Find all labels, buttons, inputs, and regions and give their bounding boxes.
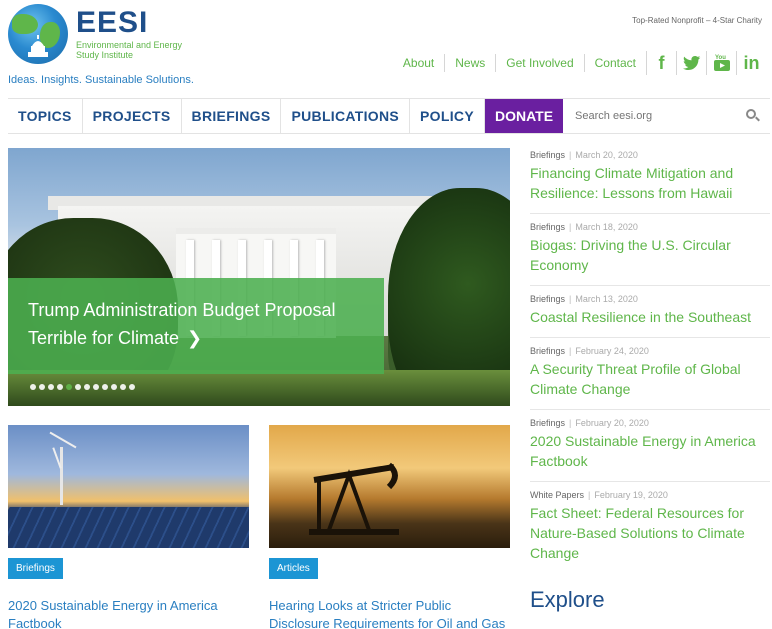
- sidebar-item-title[interactable]: Coastal Resilience in the Southeast: [530, 307, 770, 327]
- sidebar-item-title[interactable]: 2020 Sustainable Energy in America Factb…: [530, 431, 770, 471]
- top-rated-notice: Top-Rated Nonprofit – 4-Star Charity: [632, 16, 762, 25]
- nav-policy[interactable]: POLICY: [410, 99, 485, 133]
- search-input[interactable]: [575, 110, 716, 122]
- twitter-icon[interactable]: [676, 51, 706, 75]
- sidebar-item-date: February 19, 2020: [594, 490, 668, 500]
- linkedin-icon[interactable]: in: [736, 51, 766, 75]
- sidebar-item-title[interactable]: A Security Threat Profile of Global Clim…: [530, 359, 770, 399]
- logo-wordmark[interactable]: EESI: [76, 6, 148, 40]
- util-link-get-involved[interactable]: Get Involved: [496, 54, 585, 72]
- youtube-icon[interactable]: You: [706, 51, 736, 75]
- carousel-dot[interactable]: [48, 384, 54, 390]
- chevron-right-icon[interactable]: ❯: [187, 324, 202, 352]
- carousel-dot[interactable]: [111, 384, 117, 390]
- sidebar-item-title[interactable]: Fact Sheet: Federal Resources for Nature…: [530, 503, 770, 563]
- sidebar-item-date: February 20, 2020: [575, 418, 649, 428]
- category-badge[interactable]: Articles: [269, 558, 318, 579]
- utility-nav: About News Get Involved Contact f You in: [393, 50, 766, 76]
- carousel-dot[interactable]: [66, 384, 72, 390]
- eesi-logo-globe-icon[interactable]: [8, 4, 68, 64]
- carousel-dot[interactable]: [129, 384, 135, 390]
- card-title[interactable]: 2020 Sustainable Energy in America Factb…: [8, 597, 249, 629]
- latest-sidebar: Briefings | March 20, 2020 Financing Clima…: [530, 148, 770, 613]
- category-badge[interactable]: Briefings: [8, 558, 63, 579]
- sidebar-item-title[interactable]: Financing Climate Mitigation and Resilie…: [530, 163, 770, 203]
- sidebar-item: Briefings | February 20, 2020 2020 Sustain…: [530, 416, 770, 482]
- carousel-dot[interactable]: [75, 384, 81, 390]
- donate-button[interactable]: DONATE: [484, 99, 564, 133]
- util-link-news[interactable]: News: [445, 54, 497, 72]
- social-links: f You in: [646, 51, 766, 75]
- explore-heading: Explore: [530, 587, 605, 612]
- sidebar-item-category[interactable]: Briefings: [530, 222, 565, 232]
- sidebar-item: Briefings | March 20, 2020 Financing Clima…: [530, 148, 770, 214]
- nav-topics[interactable]: TOPICS: [8, 99, 83, 133]
- logo-subtitle: Environmental and Energy Study Institute: [76, 40, 183, 60]
- carousel-dot[interactable]: [57, 384, 63, 390]
- hero-carousel[interactable]: Trump Administration Budget Proposal Ter…: [8, 148, 510, 406]
- carousel-dot[interactable]: [93, 384, 99, 390]
- sidebar-item: White Papers | February 19, 2020 Fact Shee…: [530, 488, 770, 573]
- nav-projects[interactable]: PROJECTS: [83, 99, 182, 133]
- pumpjack-icon: [309, 462, 399, 535]
- hero-title-line2[interactable]: Terrible for Climate ❯: [28, 324, 364, 352]
- search-icon[interactable]: [746, 109, 760, 123]
- svg-text:You: You: [715, 55, 726, 61]
- carousel-dot[interactable]: [30, 384, 36, 390]
- nav-briefings[interactable]: BRIEFINGS: [182, 99, 282, 133]
- sidebar-item-category[interactable]: Briefings: [530, 294, 565, 304]
- card-image-solar[interactable]: [8, 425, 249, 548]
- carousel-dot[interactable]: [84, 384, 90, 390]
- sidebar-item: Briefings | March 13, 2020 Coastal Resilie…: [530, 292, 770, 338]
- sidebar-item: Briefings | March 18, 2020 Biogas: Driving…: [530, 220, 770, 286]
- main-nav: TOPICS PROJECTS BRIEFINGS PUBLICATIONS P…: [8, 98, 770, 134]
- site-tagline: Ideas. Insights. Sustainable Solutions.: [8, 74, 194, 86]
- card-title[interactable]: Hearing Looks at Stricter Public Disclos…: [269, 597, 510, 629]
- sidebar-item-category[interactable]: Briefings: [530, 418, 565, 428]
- search-box: [563, 99, 770, 133]
- card-image-oil-pump[interactable]: [269, 425, 510, 548]
- hero-title-line1[interactable]: Trump Administration Budget Proposal: [28, 296, 364, 324]
- sidebar-item-category[interactable]: White Papers: [530, 490, 584, 500]
- util-link-about[interactable]: About: [393, 54, 446, 72]
- hero-caption[interactable]: Trump Administration Budget Proposal Ter…: [8, 278, 384, 374]
- capitol-dome-icon: [28, 35, 48, 57]
- sidebar-item-date: March 13, 2020: [575, 294, 638, 304]
- facebook-icon[interactable]: f: [646, 51, 676, 75]
- sidebar-item-title[interactable]: Biogas: Driving the U.S. Circular Econom…: [530, 235, 770, 275]
- util-link-contact[interactable]: Contact: [585, 54, 646, 72]
- article-card[interactable]: Briefings 2020 Sustainable Energy in Ame…: [8, 425, 249, 629]
- sidebar-item: Briefings | February 24, 2020 A Security T…: [530, 344, 770, 410]
- sidebar-item-category[interactable]: Briefings: [530, 346, 565, 356]
- globe-land: [12, 14, 38, 34]
- article-card[interactable]: Articles Hearing Looks at Stricter Publi…: [269, 425, 510, 629]
- carousel-dot[interactable]: [102, 384, 108, 390]
- sidebar-item-date: March 20, 2020: [575, 150, 638, 160]
- carousel-dot[interactable]: [39, 384, 45, 390]
- sidebar-item-category[interactable]: Briefings: [530, 150, 565, 160]
- sidebar-item-date: February 24, 2020: [575, 346, 649, 356]
- carousel-dot[interactable]: [120, 384, 126, 390]
- nav-publications[interactable]: PUBLICATIONS: [281, 99, 411, 133]
- carousel-dots: [30, 384, 135, 390]
- sidebar-item-date: March 18, 2020: [575, 222, 638, 232]
